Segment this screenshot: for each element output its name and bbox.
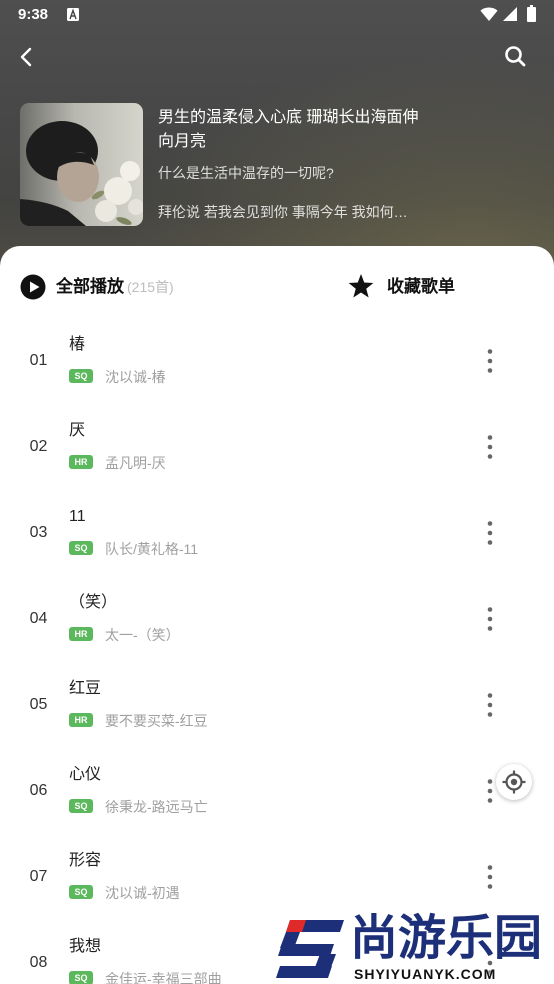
quality-badge: SQ xyxy=(69,971,93,984)
song-index: 02 xyxy=(29,438,48,455)
more-vertical-icon xyxy=(487,607,493,631)
quality-badge: HR xyxy=(69,627,93,641)
favorite-label: 收藏歌单 xyxy=(387,277,455,296)
quality-badge: SQ xyxy=(69,369,93,383)
play-all-label: 全部播放 xyxy=(56,277,124,296)
back-button[interactable] xyxy=(16,45,38,69)
watermark-site: SHYIYUANYK.COM xyxy=(354,966,497,982)
quality-badge: SQ xyxy=(69,885,93,899)
song-artist-album: 要不要买菜-红豆 xyxy=(105,713,208,729)
keyboard-a-icon xyxy=(67,8,79,21)
more-options-button[interactable] xyxy=(482,519,498,547)
battery-icon xyxy=(527,5,536,22)
song-list: 01 椿 SQ 沈以诚-椿 02 厌 HR 孟凡明-厌 03 11 SQ 队长/… xyxy=(0,318,554,984)
song-index: 06 xyxy=(29,782,48,799)
more-options-button[interactable] xyxy=(482,433,498,461)
more-options-button[interactable] xyxy=(482,691,498,719)
favorite-playlist-button[interactable]: 收藏歌单 xyxy=(347,273,455,301)
playlist-cover-image[interactable] xyxy=(20,103,143,226)
playlist-description[interactable]: 拜伦说 若我会见到你 事隔今年 我如何… xyxy=(158,202,420,222)
signal-icon xyxy=(503,7,517,21)
more-vertical-icon xyxy=(487,865,493,889)
song-title: 11 xyxy=(69,508,86,525)
song-row[interactable]: 06 心仪 SQ 徐秉龙-路远马亡 xyxy=(0,748,554,834)
song-title: 心仪 xyxy=(69,766,102,783)
more-vertical-icon xyxy=(487,779,493,803)
locate-crosshair-icon xyxy=(502,770,526,794)
song-artist-album: 沈以诚-初遇 xyxy=(105,885,180,901)
song-index: 08 xyxy=(29,954,48,971)
song-title: （笑） xyxy=(69,594,118,611)
song-artist-album: 徐秉龙-路远马亡 xyxy=(105,799,208,815)
song-artist-album: 队长/黄礼格-11 xyxy=(105,541,199,557)
song-row[interactable]: 05 红豆 HR 要不要买菜-红豆 xyxy=(0,662,554,748)
status-time: 9:38 xyxy=(18,6,49,23)
quality-badge: HR xyxy=(69,713,93,727)
song-index: 04 xyxy=(29,610,48,627)
more-options-button[interactable] xyxy=(482,863,498,891)
more-vertical-icon xyxy=(487,349,493,373)
playlist-subtitle: 什么是生活中温存的一切呢? xyxy=(158,165,334,181)
more-vertical-icon xyxy=(487,521,493,545)
song-index: 05 xyxy=(29,696,48,713)
more-options-button[interactable] xyxy=(482,347,498,375)
song-title: 形容 xyxy=(69,852,102,869)
watermark: 尚游乐园 SHYIYUANYK.COM xyxy=(272,913,554,983)
wifi-icon xyxy=(480,7,498,21)
play-all-button[interactable]: 全部播放 (215首) xyxy=(20,274,174,300)
song-artist-album: 太一-（笑） xyxy=(105,627,180,643)
song-title: 厌 xyxy=(69,422,86,439)
song-index: 03 xyxy=(29,524,48,541)
song-artist-album: 孟凡明-厌 xyxy=(105,455,166,471)
watermark-brand: 尚游乐园 xyxy=(350,912,543,965)
song-row[interactable]: 07 形容 SQ 沈以诚-初遇 xyxy=(0,834,554,920)
locate-current-song-button[interactable] xyxy=(496,764,532,800)
play-circle-icon xyxy=(20,274,46,300)
song-artist-album: 沈以诚-椿 xyxy=(105,369,166,385)
s-logo xyxy=(276,920,344,978)
playlist-title: 男生的温柔侵入心底 珊瑚长出海面伸向月亮 xyxy=(158,109,419,150)
song-title: 红豆 xyxy=(69,680,102,697)
more-options-button[interactable] xyxy=(482,605,498,633)
more-vertical-icon xyxy=(487,693,493,717)
song-index: 07 xyxy=(29,868,48,885)
quality-badge: SQ xyxy=(69,541,93,555)
search-icon xyxy=(505,46,526,67)
song-row[interactable]: 01 椿 SQ 沈以诚-椿 xyxy=(0,318,554,404)
song-row[interactable]: 04 （笑） HR 太一-（笑） xyxy=(0,576,554,662)
song-list-panel: 全部播放 (215首) 收藏歌单 01 椿 SQ 沈以诚-椿 02 厌 HR 孟… xyxy=(0,246,554,984)
song-row[interactable]: 03 11 SQ 队长/黄礼格-11 xyxy=(0,490,554,576)
song-row[interactable]: 02 厌 HR 孟凡明-厌 xyxy=(0,404,554,490)
back-arrow-icon xyxy=(20,47,32,67)
cover-photo xyxy=(20,103,143,226)
quality-badge: HR xyxy=(69,455,93,469)
song-index: 01 xyxy=(29,352,48,369)
more-vertical-icon xyxy=(487,435,493,459)
search-button[interactable] xyxy=(503,44,527,68)
song-count: (215首) xyxy=(127,279,174,295)
quality-badge: SQ xyxy=(69,799,93,813)
song-title: 椿 xyxy=(69,336,86,353)
star-icon xyxy=(348,274,374,298)
